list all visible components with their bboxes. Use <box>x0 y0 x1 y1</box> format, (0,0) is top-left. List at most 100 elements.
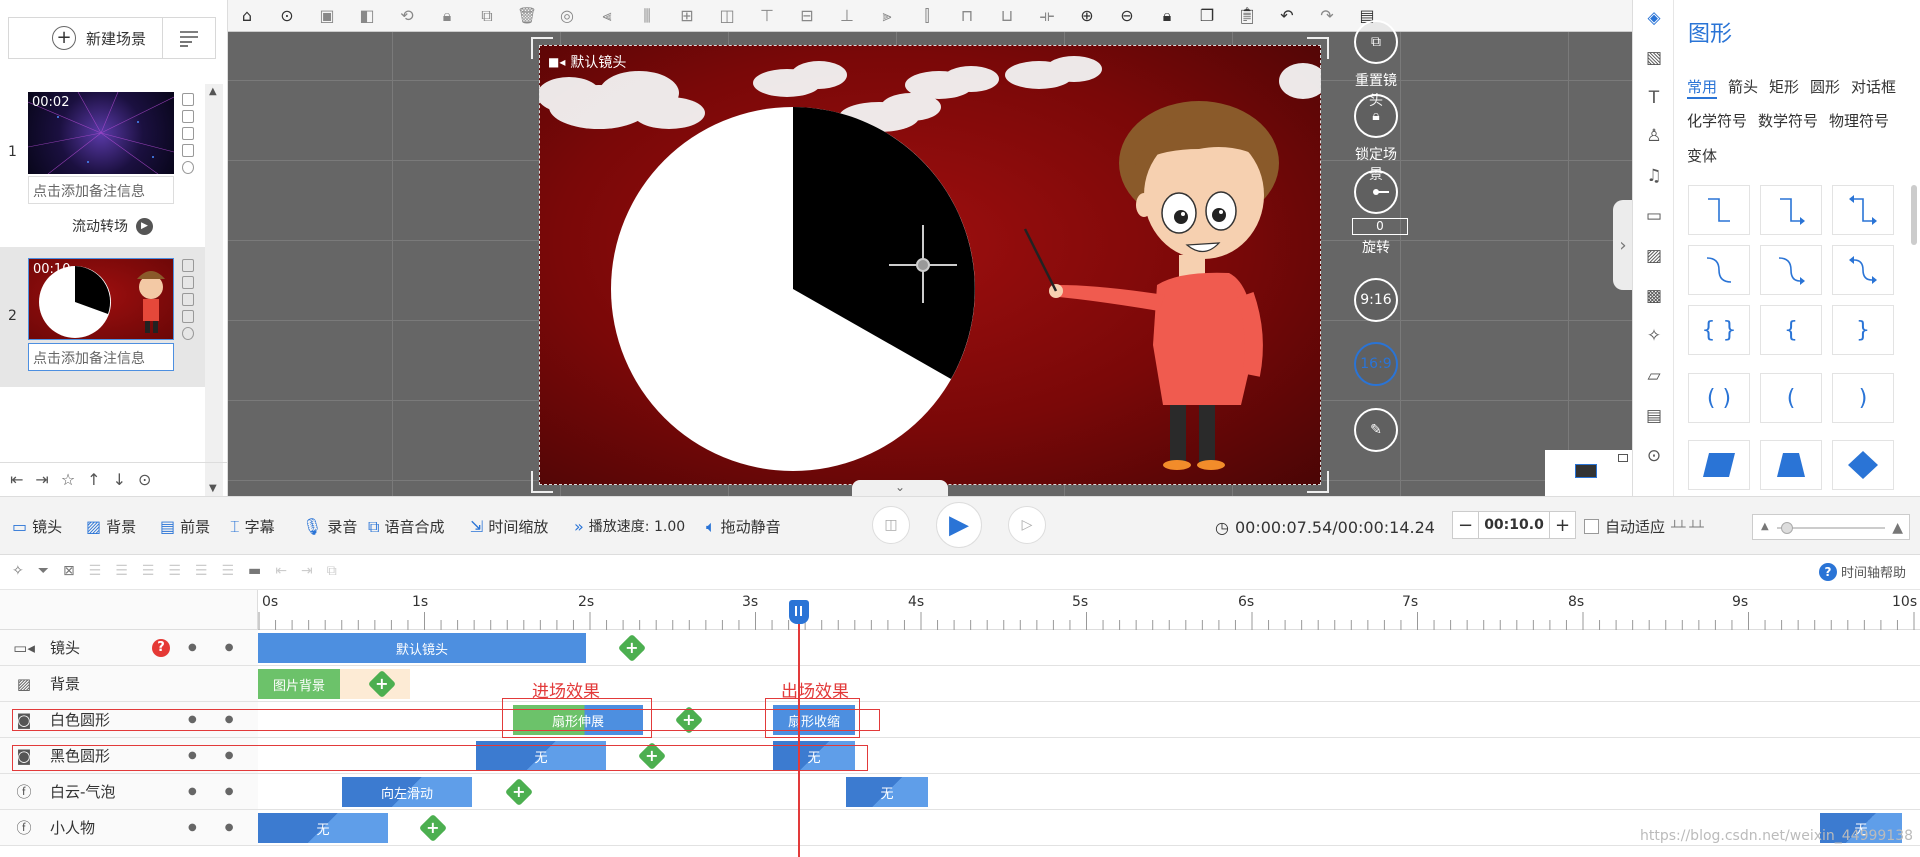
mirror-icon[interactable]: ⟲ <box>398 6 416 25</box>
paste-icon[interactable]: 📋︎ <box>1237 6 1257 25</box>
align-middle-icon[interactable]: ⊟ <box>798 6 816 25</box>
clear-icon[interactable]: ⊠ <box>63 563 75 579</box>
space-icon[interactable]: ⟛ <box>1038 6 1056 25</box>
zoom-minus-button[interactable]: − <box>1453 512 1479 538</box>
move-left-icon[interactable]: ⇤ <box>275 563 287 579</box>
left-brace-shape[interactable]: { <box>1760 305 1822 355</box>
add-keyframe-button[interactable]: + <box>418 813 448 843</box>
rotate-dial-icon[interactable] <box>1354 170 1398 214</box>
edit-icon[interactable]: ✎ <box>1354 408 1398 452</box>
redo-icon[interactable]: ↷ <box>1318 6 1336 25</box>
scene-scrollbar[interactable]: ▲ ▼ <box>205 84 223 496</box>
scene-list-button[interactable] <box>162 17 216 59</box>
auto-fit-checkbox[interactable] <box>1584 519 1599 534</box>
parallelogram-shape[interactable] <box>1688 440 1750 490</box>
layer-icon[interactable]: ▣ <box>318 6 336 25</box>
minimap[interactable] <box>1545 450 1632 496</box>
next-frame-button[interactable]: ▷ <box>1008 506 1046 544</box>
zoom-out-icon[interactable]: ⊖ <box>1118 6 1136 25</box>
scene-note-input[interactable]: 点击添加备注信息 <box>28 176 174 204</box>
film-icon[interactable]: ▤ <box>1644 406 1664 426</box>
rotate-control[interactable]: 0 旋转 <box>1352 170 1408 257</box>
gallery-icon[interactable]: ▩ <box>1644 286 1664 306</box>
align-top-icon[interactable]: ⊤ <box>758 6 776 25</box>
copy-icon[interactable]: ❐ <box>1198 6 1216 25</box>
track-options[interactable]: ●● <box>188 642 261 653</box>
scroll-up-icon[interactable]: ▲ <box>209 86 217 97</box>
delete-icon[interactable]: 🗑︎ <box>517 6 537 25</box>
distribute-icon[interactable]: ▬ <box>248 563 261 579</box>
effect-icon[interactable]: ◎ <box>558 6 576 25</box>
zoom-slider[interactable]: ▲ ▲ <box>1752 514 1910 540</box>
add-keyframe-button[interactable]: + <box>617 633 647 663</box>
tab-variant[interactable]: 变体 <box>1687 145 1717 166</box>
double-brace-shape[interactable]: { } <box>1688 305 1750 355</box>
delete-icon[interactable] <box>182 276 194 289</box>
timeline-clip[interactable]: 图片背景 <box>258 669 340 699</box>
collapse-panel-icon[interactable]: ⌄ <box>852 480 948 496</box>
snapshot-button[interactable]: ◫ <box>872 506 910 544</box>
right-bracket-shape[interactable]: ) <box>1832 373 1894 423</box>
zoom-plus-button[interactable]: + <box>1549 512 1575 538</box>
track-options[interactable]: ●● <box>188 822 261 833</box>
scene-transition[interactable]: 流动转场 ▶ <box>72 216 153 236</box>
tab-chemistry[interactable]: 化学符号 <box>1687 110 1747 131</box>
bubble-icon[interactable]: ▭ <box>1644 206 1664 226</box>
scene-note-input[interactable]: 点击添加备注信息 <box>28 343 174 371</box>
add-keyframe-button[interactable]: + <box>504 777 534 807</box>
align-icon[interactable]: ☰ <box>142 563 155 579</box>
undo-icon[interactable]: ↶ <box>1278 6 1296 25</box>
track-label-background[interactable]: ▨ 背景 <box>0 666 258 702</box>
time-scale-button[interactable]: ⇲ 时间缩放 <box>470 516 548 537</box>
scene-thumbnail[interactable]: 00:10 <box>28 258 174 340</box>
playback-speed-button[interactable]: » 播放速度: 1.00 <box>574 516 685 536</box>
tts-button[interactable]: ⧉ 语音合成 <box>368 516 444 537</box>
picture-icon[interactable]: ▨ <box>1644 246 1664 266</box>
move-up-icon[interactable]: ↑ <box>87 470 100 489</box>
more-icon[interactable]: ⊙ <box>278 6 296 25</box>
track-label-camera[interactable]: ▭◂ 镜头 ? ●● <box>0 630 258 666</box>
scene-thumbnail[interactable]: 00:02 <box>28 92 174 174</box>
bring-front-icon[interactable]: ⊓ <box>958 6 976 25</box>
more-icon[interactable]: ⊙ <box>138 470 151 489</box>
tab-common[interactable]: 常用 <box>1687 76 1718 99</box>
edit-button[interactable]: ✎ <box>1352 408 1400 452</box>
align-right-icon[interactable]: ⫸ <box>878 6 896 25</box>
rotate-value[interactable]: 0 <box>1352 218 1408 235</box>
panel-collapse-button[interactable]: › <box>1613 200 1633 290</box>
timeline-ruler[interactable]: 0s 1s 2s 3s 4s 5s 6s 7s 8s 9s 10s <box>258 590 1920 630</box>
zoom-in-icon[interactable]: ⊕ <box>1078 6 1096 25</box>
track-options[interactable]: ●● <box>188 786 261 797</box>
send-back-icon[interactable]: ⊔ <box>998 6 1016 25</box>
tab-circle[interactable]: 圆形 <box>1810 76 1840 97</box>
timeline-clip[interactable]: 默认镜头 <box>258 633 586 663</box>
export-icon[interactable] <box>182 293 194 306</box>
export-icon[interactable]: ⇥ <box>35 470 48 489</box>
more-icon[interactable]: ⊙ <box>1644 446 1664 466</box>
foreground-button[interactable]: ▤ 前景 <box>160 516 210 537</box>
star-icon[interactable] <box>182 327 194 340</box>
flip-icon[interactable]: ◧ <box>358 6 376 25</box>
lock-icon[interactable]: 🔒︎ <box>1354 94 1398 138</box>
align-icon[interactable]: ☰ <box>115 563 128 579</box>
keyframe-icon[interactable]: ✧ <box>12 563 24 579</box>
shape-panel-scrollbar[interactable] <box>1911 185 1917 245</box>
batch-icon[interactable]: ⧉ <box>327 563 337 579</box>
zoom-value-input[interactable]: 00:10.0 <box>1479 512 1549 538</box>
image-icon[interactable]: ▧ <box>1644 48 1664 68</box>
home-icon[interactable]: ⌂ <box>238 6 256 25</box>
distribute-icon[interactable]: ◫ <box>718 6 736 25</box>
curve-double-arrow-shape[interactable] <box>1832 245 1894 295</box>
tab-rectangle[interactable]: 矩形 <box>1769 76 1799 97</box>
move-down-icon[interactable]: ↓ <box>113 470 126 489</box>
filter-icon[interactable]: ⏷ <box>38 563 49 579</box>
align-icon[interactable]: ☰ <box>195 563 208 579</box>
text-icon[interactable]: T <box>1644 88 1664 108</box>
align-icon[interactable]: ☰ <box>168 563 181 579</box>
track-label-character[interactable]: ⓕ 小人物 ●● <box>0 810 258 846</box>
tab-physics[interactable]: 物理符号 <box>1829 110 1889 131</box>
align-icon[interactable]: ☰ <box>89 563 102 579</box>
timeline-clip[interactable]: 无 <box>846 777 928 807</box>
tab-math[interactable]: 数学符号 <box>1758 110 1818 131</box>
playhead-handle[interactable] <box>789 600 809 624</box>
